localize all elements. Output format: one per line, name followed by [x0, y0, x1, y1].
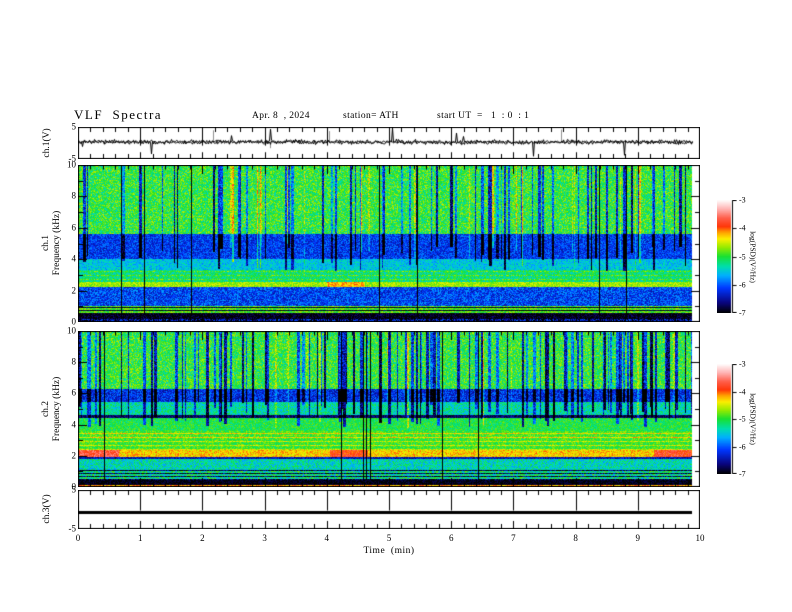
ch3-waveform-panel: [78, 490, 700, 529]
x-tick-label: 6: [448, 533, 454, 543]
colorbar2-unit-label: log(PSD)(V²/Hz): [748, 393, 758, 445]
colorbar-tick-label: -6: [739, 280, 746, 290]
ch3-voltage-axis-label: ch.3(V): [42, 494, 52, 524]
vlf-spectra-figure: VLF Spectra Apr. 8 , 2024 station= ATH s…: [0, 0, 792, 612]
y-tick-label: 8: [71, 190, 77, 201]
x-tick-label: 0: [75, 533, 81, 543]
colorbar-tick-label: -7: [739, 469, 746, 479]
figure-title: VLF Spectra: [74, 107, 163, 122]
y-tick-label: 2: [71, 450, 77, 461]
ch1-waveform-panel: [78, 127, 700, 159]
ch2-frequency-axis-label: Frequency (kHz): [52, 376, 62, 442]
figure-date: Apr. 8 , 2024: [252, 111, 310, 121]
y-tick-label: 4: [71, 419, 77, 430]
time-axis-label: Time (min): [363, 546, 415, 556]
y-tick-label: -5: [68, 523, 77, 534]
x-tick-label: 7: [511, 533, 516, 543]
ch1-spectrogram-channel-label: ch.1: [41, 234, 51, 252]
ch1-frequency-axis-label: Frequency (kHz): [52, 210, 62, 276]
y-tick-label: 6: [71, 387, 77, 398]
x-tick-label: 10: [695, 533, 705, 543]
x-tick-label: 3: [262, 533, 267, 543]
colorbar-tick-label: -3: [739, 359, 746, 369]
colorbar-tick-label: -5: [739, 414, 746, 424]
x-tick-label: 9: [635, 533, 641, 543]
ch1-spectrogram-panel: [78, 165, 700, 322]
colorbar1-unit-label: log(PSD)(V²/Hz): [748, 231, 758, 283]
y-tick-label: 10: [67, 325, 76, 336]
x-tick-label: 8: [573, 533, 578, 543]
ch1-colorbar: [717, 200, 737, 313]
x-tick-label: 2: [200, 533, 205, 543]
ch2-spectrogram-channel-label: ch.2: [41, 400, 51, 418]
figure-start-ut: start UT = 1 : 0 : 1: [437, 111, 530, 121]
y-tick-label: 8: [71, 356, 77, 367]
x-tick-label: 4: [324, 533, 330, 543]
colorbar-tick-label: -7: [739, 308, 746, 318]
figure-station: station= ATH: [343, 111, 399, 121]
colorbar-tick-label: -4: [739, 387, 746, 396]
y-tick-label: 6: [71, 222, 77, 233]
x-tick-label: 1: [137, 533, 143, 543]
colorbar-tick-label: -5: [739, 252, 746, 261]
ch2-spectrogram-panel: [78, 331, 700, 487]
y-tick-label: 4: [71, 253, 77, 264]
colorbar-tick-label: -3: [739, 195, 746, 205]
x-tick-label: 5: [386, 533, 392, 543]
y-tick-label: 5: [71, 121, 77, 132]
ch2-colorbar: [717, 364, 737, 474]
y-tick-label: 2: [71, 285, 77, 296]
y-tick-label: 5: [71, 484, 77, 495]
y-tick-label: 10: [67, 159, 76, 170]
colorbar-tick-label: -6: [739, 442, 746, 451]
colorbar-tick-label: -4: [739, 223, 746, 233]
